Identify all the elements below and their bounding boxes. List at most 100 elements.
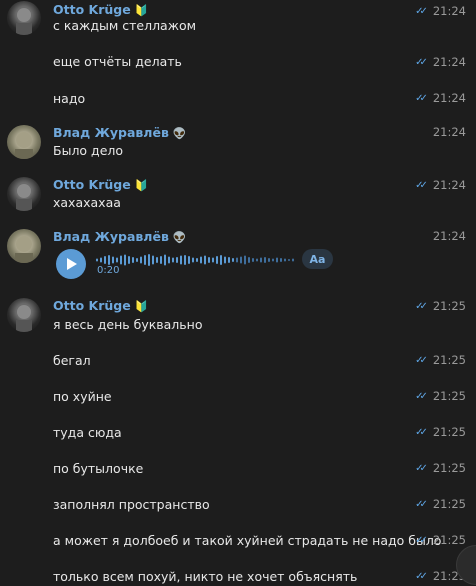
waveform-bar [276,257,278,263]
waveform-bar [152,255,154,265]
read-check-icon: ✓✓ [415,534,428,546]
waveform-bar [252,258,254,262]
message-text: туда сюда [53,425,122,440]
sender-name-otto[interactable]: Otto Krüge 🔰 [53,2,148,17]
waveform-bar [128,256,130,264]
waveform-bar [212,257,214,263]
waveform-bar [288,259,290,261]
read-check-icon: ✓✓ [415,354,428,366]
avatar-otto[interactable] [7,298,41,332]
message-text: только всем похуй, никто не хочет объясн… [53,569,358,584]
message-text: с каждым стеллажом [53,18,197,33]
waveform-bar [224,256,226,264]
sender-name-otto[interactable]: Otto Krüge 🔰 [53,177,148,192]
waveform-bar [96,258,98,262]
message-text: бегал [53,353,91,368]
waveform-bar [168,256,170,264]
waveform-bar [120,255,122,265]
message-time: ✓✓ 21:24 [415,4,466,18]
waveform-bar [108,255,110,265]
read-check-icon: ✓✓ [415,5,428,17]
play-icon [67,258,77,270]
read-check-icon: ✓✓ [415,92,428,104]
waveform-bar [200,256,202,264]
read-check-icon: ✓✓ [415,570,428,582]
message-time: ✓✓ 21:25 [415,497,466,511]
message-time: 21:24 [432,229,466,243]
waveform-bar [208,257,210,263]
waveform-bar [204,255,206,265]
waveform-bar [184,255,186,265]
waveform-bar [104,256,106,264]
waveform-bar [284,258,286,262]
waveform-bar [248,257,250,263]
avatar-vlad[interactable] [7,229,41,263]
read-check-icon: ✓✓ [415,390,428,402]
waveform-bar [136,258,138,262]
waveform-bar [256,258,258,262]
waveform-bar [100,257,102,263]
read-check-icon: ✓✓ [415,56,428,68]
message-text: Было дело [53,143,124,158]
waveform-bar [216,256,218,264]
waveform-bar [264,257,266,263]
waveform-bar [156,257,158,263]
waveform-bar [232,258,234,262]
message-text: еще отчёты делать [53,54,182,69]
avatar-otto[interactable] [7,177,41,211]
read-check-icon: ✓✓ [415,300,428,312]
waveform-bar [188,256,190,264]
waveform-bar [268,258,270,262]
waveform-bar [144,255,146,265]
waveform-bar [228,257,230,263]
sender-name-vlad[interactable]: Влад Журавлёв 👽 [53,229,187,244]
waveform-bar [180,255,182,265]
waveform-bar [172,257,174,263]
waveform-bar [220,255,222,265]
sender-name-otto[interactable]: Otto Krüge 🔰 [53,298,148,313]
voice-duration: 0:20 [97,265,120,276]
read-check-icon: ✓✓ [415,462,428,474]
waveform-bar [176,257,178,263]
waveform[interactable] [96,254,296,266]
message-time: ✓✓ 21:25 [415,533,466,547]
message-text: а может я долбоеб и такой хуйней страдат… [53,533,442,548]
message-time: 21:24 [432,125,466,139]
read-check-icon: ✓✓ [415,426,428,438]
message-time: ✓✓ 21:25 [415,299,466,313]
message-text: по бутылочке [53,461,144,476]
waveform-bar [124,254,126,266]
waveform-bar [192,257,194,263]
waveform-bar [160,256,162,264]
message-time: ✓✓ 21:25 [415,461,466,475]
waveform-bar [280,258,282,262]
message-time: ✓✓ 21:25 [415,425,466,439]
read-check-icon: ✓✓ [415,498,428,510]
play-button[interactable] [56,249,86,279]
message-time: ✓✓ 21:25 [415,389,466,403]
alien-icon: 👽 [172,127,187,140]
waveform-bar [164,254,166,266]
waveform-bar [236,257,238,263]
waveform-bar [112,256,114,264]
message-time: ✓✓ 21:24 [415,91,466,105]
alien-icon: 👽 [172,231,187,244]
waveform-bar [148,254,150,266]
waveform-bar [292,258,294,262]
waveform-bar [116,257,118,263]
sender-name-vlad[interactable]: Влад Журавлёв 👽 [53,125,187,140]
avatar-otto[interactable] [7,1,41,35]
waveform-bar [140,256,142,264]
waveform-bar [260,257,262,263]
avatar-vlad[interactable] [7,125,41,159]
badge-icon: 🔰 [134,300,149,313]
message-text: надо [53,91,86,106]
transcribe-button[interactable]: Aa [302,249,333,269]
message-time: ✓✓ 21:24 [415,55,466,69]
read-check-icon: ✓✓ [415,179,428,191]
message-text: я весь день буквально [53,317,203,332]
chat-history: Otto Krüge 🔰 с каждым стеллажом ✓✓ 21:24 е… [0,0,476,586]
waveform-bar [240,256,242,264]
waveform-bar [272,258,274,262]
waveform-bar [196,258,198,262]
